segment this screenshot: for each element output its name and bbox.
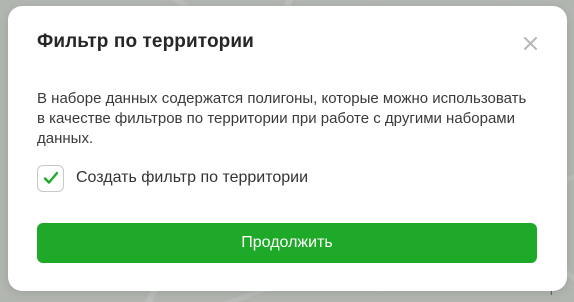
continue-button[interactable]: Продолжить	[37, 223, 537, 263]
close-button[interactable]	[520, 33, 540, 53]
dialog-title: Фильтр по территории	[37, 31, 254, 52]
checkmark-icon	[43, 171, 58, 184]
create-filter-checkbox-label: Создать фильтр по территории	[76, 169, 309, 186]
close-icon	[523, 36, 537, 50]
create-filter-checkbox[interactable]	[37, 164, 64, 192]
dialog-description: В наборе данных содержатся полигоны, кот…	[37, 90, 527, 147]
territory-filter-dialog: Фильтр по территории В наборе данных сод…	[8, 6, 567, 291]
create-filter-checkbox-row[interactable]: Создать фильтр по территории	[37, 163, 308, 193]
